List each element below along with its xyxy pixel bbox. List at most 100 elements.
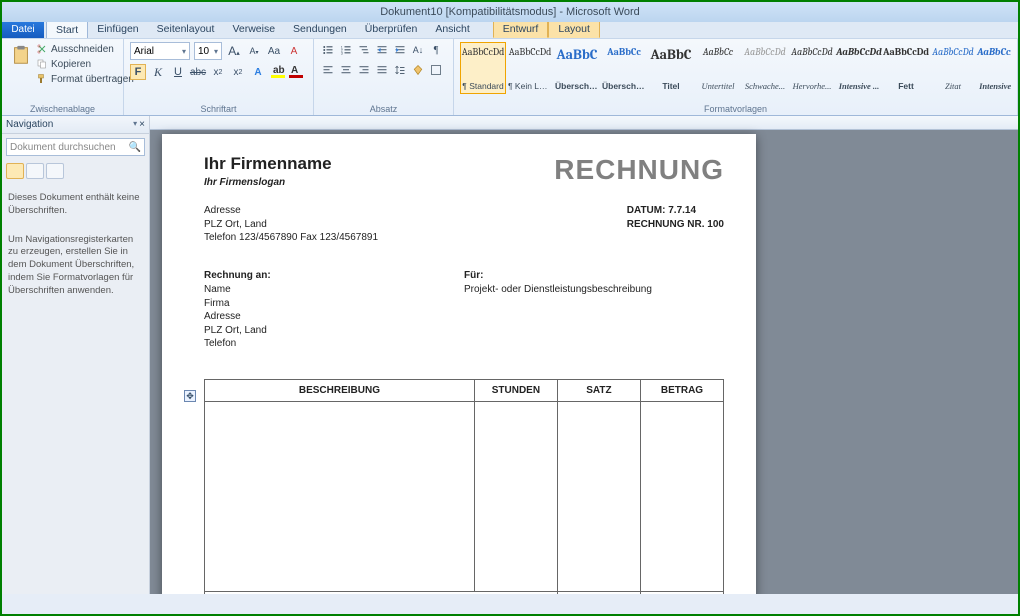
- font-family-value: Arial: [134, 46, 154, 57]
- style-item[interactable]: AaBbCcÜberschrif...: [601, 42, 647, 94]
- style-item[interactable]: AaBbCcUntertitel: [695, 42, 741, 94]
- th-amount[interactable]: BETRAG: [640, 379, 723, 401]
- window-title: Dokument10 [Kompatibilitätsmodus] - Micr…: [380, 6, 640, 18]
- clear-formatting-button[interactable]: A: [286, 43, 302, 59]
- navigation-message-2: Um Navigationsregisterkarten zu erzeugen…: [8, 234, 143, 298]
- scissors-icon: [36, 43, 48, 55]
- horizontal-ruler[interactable]: [150, 116, 1018, 130]
- bullets-button[interactable]: [320, 42, 336, 58]
- company-address[interactable]: Adresse PLZ Ort, Land Telefon 123/456789…: [204, 204, 378, 245]
- title-bar: Dokument10 [Kompatibilitätsmodus] - Micr…: [2, 2, 1018, 22]
- table-row[interactable]: [205, 401, 724, 591]
- copy-button[interactable]: Kopieren: [34, 57, 136, 71]
- tab-ansicht[interactable]: Ansicht: [426, 20, 478, 38]
- decrease-indent-button[interactable]: [374, 42, 390, 58]
- style-item[interactable]: AaBbCcDdSchwache...: [742, 42, 788, 94]
- th-description[interactable]: BESCHREIBUNG: [205, 379, 475, 401]
- paste-button[interactable]: [8, 42, 34, 68]
- workspace: Navigation ▾ × Dokument durchsuchen 🔍 Di…: [2, 116, 1018, 594]
- font-size-value: 10: [198, 46, 209, 57]
- total-row[interactable]: GESAMTL: [205, 591, 724, 594]
- paste-icon: [10, 44, 32, 66]
- align-center-button[interactable]: [338, 62, 354, 78]
- line-spacing-button[interactable]: [392, 62, 408, 78]
- superscript-button[interactable]: x2: [230, 64, 246, 80]
- borders-button[interactable]: [428, 62, 444, 78]
- font-size-combo[interactable]: 10▾: [194, 42, 222, 60]
- copy-icon: [36, 58, 48, 70]
- table-move-handle-icon[interactable]: ✥: [184, 390, 196, 402]
- nav-tab-results[interactable]: [46, 163, 64, 179]
- tab-seitenlayout[interactable]: Seitenlayout: [148, 20, 224, 38]
- style-item[interactable]: AaBbCcDd¶ Standard: [460, 42, 506, 94]
- tab-ueberpruefen[interactable]: Überprüfen: [356, 20, 427, 38]
- tab-einfuegen[interactable]: Einfügen: [88, 20, 147, 38]
- invoice-title[interactable]: RECHNUNG: [554, 154, 724, 186]
- align-right-button[interactable]: [356, 62, 372, 78]
- tab-start[interactable]: Start: [46, 20, 88, 38]
- style-item[interactable]: AaBbCcDdIntensive ...: [836, 42, 882, 94]
- tab-verweise[interactable]: Verweise: [223, 20, 284, 38]
- style-item[interactable]: AaBbCcDdHervorhe...: [789, 42, 835, 94]
- th-hours[interactable]: STUNDEN: [474, 379, 557, 401]
- document-page[interactable]: Ihr Firmenname Ihr Firmenslogan RECHNUNG…: [162, 134, 756, 594]
- navigation-search-input[interactable]: Dokument durchsuchen 🔍: [6, 138, 145, 156]
- justify-button[interactable]: [374, 62, 390, 78]
- styles-gallery[interactable]: AaBbCcDd¶ StandardAaBbCcDd¶ Kein Lee...A…: [460, 42, 1011, 102]
- tab-tabletools-layout[interactable]: Layout: [548, 20, 600, 38]
- subscript-button[interactable]: x2: [210, 64, 226, 80]
- style-item[interactable]: AaBbCÜberschrif...: [554, 42, 600, 94]
- invoice-meta[interactable]: DATUM: 7.7.14 RECHNUNG NR. 100: [627, 204, 724, 231]
- nav-tab-pages[interactable]: [26, 163, 44, 179]
- numbering-button[interactable]: 123: [338, 42, 354, 58]
- align-left-button[interactable]: [320, 62, 336, 78]
- shading-button[interactable]: [410, 62, 426, 78]
- tab-sendungen[interactable]: Sendungen: [284, 20, 356, 38]
- th-rate[interactable]: SATZ: [557, 379, 640, 401]
- group-font: Arial ▾ 10▾ A▴ A▾ Aa A F K U abc x2 x2: [124, 39, 314, 115]
- styles-group-label: Formatvorlagen: [460, 102, 1011, 114]
- font-color-button[interactable]: A: [288, 65, 302, 79]
- tab-tabletools-entwurf[interactable]: Entwurf: [493, 20, 549, 38]
- document-canvas[interactable]: Ihr Firmenname Ihr Firmenslogan RECHNUNG…: [150, 116, 1018, 594]
- brush-icon: [36, 73, 48, 85]
- style-item[interactable]: AaBbCcDd¶ Kein Lee...: [507, 42, 553, 94]
- font-family-combo[interactable]: Arial ▾: [130, 42, 190, 60]
- increase-indent-button[interactable]: [392, 42, 408, 58]
- text-effects-button[interactable]: A: [250, 64, 266, 80]
- for-block[interactable]: Für: Projekt- oder Dienstleistungsbeschr…: [464, 269, 694, 351]
- cut-button[interactable]: Ausschneiden: [34, 42, 136, 56]
- close-icon[interactable]: ×: [139, 119, 145, 130]
- paragraph-group-label: Absatz: [320, 102, 447, 114]
- grow-font-button[interactable]: A▴: [226, 43, 242, 59]
- bill-to-block[interactable]: Rechnung an: Name Firma Adresse PLZ Ort,…: [204, 269, 434, 351]
- navigation-message-1: Dieses Dokument enthält keine Überschrif…: [8, 192, 143, 218]
- style-item[interactable]: AaBbCcDdFett: [883, 42, 929, 94]
- sort-button[interactable]: A↓: [410, 42, 426, 58]
- ribbon: Ausschneiden Kopieren Format übertragen …: [2, 38, 1018, 116]
- company-slogan[interactable]: Ihr Firmenslogan: [204, 177, 332, 188]
- change-case-button[interactable]: Aa: [266, 43, 282, 59]
- strikethrough-button[interactable]: abc: [190, 64, 206, 80]
- invoice-table[interactable]: BESCHREIBUNG STUNDEN SATZ BETRAG GESAMTL: [204, 379, 724, 595]
- shrink-font-button[interactable]: A▾: [246, 43, 262, 59]
- style-item[interactable]: AaBbCcDdIntensives...: [977, 42, 1011, 94]
- multilevel-list-button[interactable]: [356, 42, 372, 58]
- company-name[interactable]: Ihr Firmenname: [204, 154, 332, 174]
- tab-file[interactable]: Datei: [2, 20, 44, 38]
- style-item[interactable]: AaBbCcDdZitat: [930, 42, 976, 94]
- nav-tab-headings[interactable]: [6, 163, 24, 179]
- highlight-color-button[interactable]: ab: [270, 65, 284, 79]
- show-marks-button[interactable]: ¶: [428, 42, 444, 58]
- font-group-label: Schriftart: [130, 102, 307, 114]
- italic-button[interactable]: K: [150, 64, 166, 80]
- navigation-pane: Navigation ▾ × Dokument durchsuchen 🔍 Di…: [2, 116, 150, 594]
- chevron-down-icon[interactable]: ▾: [133, 119, 137, 130]
- underline-button[interactable]: U: [170, 64, 186, 80]
- chevron-down-icon: ▾: [182, 47, 186, 56]
- format-painter-button[interactable]: Format übertragen: [34, 72, 136, 86]
- group-paragraph: 123 A↓ ¶ Absatz: [314, 39, 454, 115]
- style-item[interactable]: AaBbCTitel: [648, 42, 694, 94]
- total-value[interactable]: [640, 591, 723, 594]
- bold-button[interactable]: F: [130, 64, 146, 80]
